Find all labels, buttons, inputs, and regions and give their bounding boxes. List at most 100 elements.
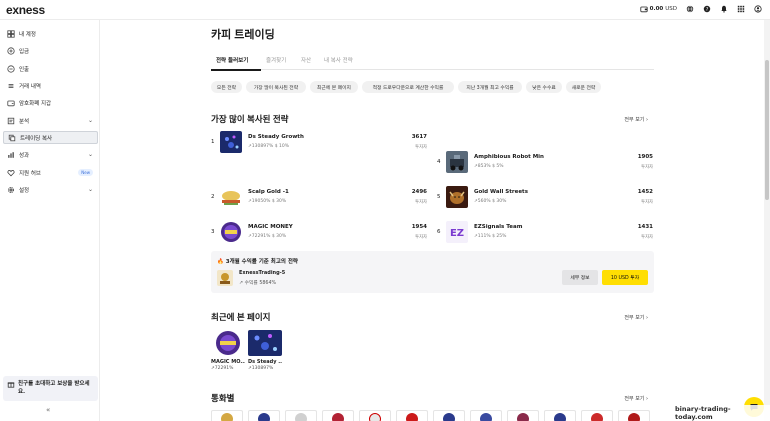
- list-icon: [8, 83, 14, 88]
- chip-all-strategies[interactable]: 모든 전략: [211, 81, 242, 93]
- sidebar-item-support-hub[interactable]: 지원 허브 New: [3, 166, 98, 179]
- best-strategy-return: ↗ 수익률 5864%: [239, 279, 276, 286]
- currency-card[interactable]: [581, 410, 613, 421]
- strategy-thumbnail: [220, 186, 242, 208]
- recent-item[interactable]: MAGIC MO... ↗72291%: [211, 330, 245, 371]
- strategy-rank: 2: [211, 194, 215, 200]
- strategy-row[interactable]: 6 EZ EZSignals Team ↗111% $ 25% 1431 투자자: [437, 221, 653, 245]
- strategy-row[interactable]: 3 MAGIC MONEY ↗72291% $ 30% 1954 투자자: [211, 221, 427, 245]
- sidebar-item-analytics[interactable]: 분석 ⌄: [3, 114, 98, 127]
- gold-flag-icon: [221, 413, 233, 421]
- filter-chips: 모든 전략 가장 많이 복사된 전략 최근에 본 페이지 적정 드로우다운으로 …: [211, 81, 654, 95]
- balance-display[interactable]: 0.00 USD: [640, 5, 677, 13]
- by-currency-see-all[interactable]: 전부 보기 ›: [624, 395, 648, 402]
- tab-favorites[interactable]: 즐겨찾기: [266, 56, 286, 64]
- investors-label: 투자자: [415, 235, 427, 240]
- chip-drawdown-return[interactable]: 적정 드로우다운으로 계산한 수익률: [362, 81, 454, 93]
- sidebar-item-my-account[interactable]: 내 계정: [3, 27, 98, 40]
- flag-icon: [295, 413, 307, 421]
- strategy-rank: 1: [211, 139, 215, 145]
- see-all-label: 전부 보기: [624, 117, 645, 123]
- strategy-row[interactable]: 1 Ds Steady Growth ↗130897% $ 10% 3617 투…: [211, 131, 427, 155]
- recent-item[interactable]: Ds Steady ... ↗130897%: [248, 330, 282, 371]
- strategy-thumbnail: [211, 330, 245, 356]
- best-strategy-name[interactable]: ExnessTrading-5: [239, 270, 285, 276]
- scrollbar[interactable]: [764, 20, 770, 421]
- details-button[interactable]: 세부 정보: [562, 270, 598, 285]
- strategy-thumbnail: [446, 186, 468, 208]
- sidebar-item-withdraw[interactable]: 인출: [3, 62, 98, 75]
- top-right-controls: 0.00 USD ?: [640, 5, 762, 13]
- strategy-fee: 30%: [276, 234, 287, 239]
- fee-icon: $: [271, 199, 275, 204]
- svg-text:EZ: EZ: [450, 228, 464, 239]
- by-currency-title: 통화별: [211, 393, 235, 403]
- apps-grid-icon[interactable]: [737, 5, 745, 13]
- sidebar-item-history[interactable]: 거래 내역: [3, 79, 98, 92]
- most-copied-see-all[interactable]: 전부 보기 ›: [624, 116, 648, 123]
- currency-card[interactable]: [359, 410, 391, 421]
- strategy-name: MAGIC MONEY: [248, 224, 293, 230]
- currency-card[interactable]: [544, 410, 576, 421]
- strategy-return: 130897%: [251, 144, 274, 149]
- invite-friends-banner[interactable]: 친구를 초대하고 보상을 받으세요.: [3, 376, 98, 401]
- sidebar-item-settings[interactable]: 설정 ⌄: [3, 183, 98, 196]
- recent-item-return: ↗72291%: [211, 366, 245, 371]
- currency-card[interactable]: [470, 410, 502, 421]
- globe-icon[interactable]: [686, 5, 694, 13]
- sidebar-item-performance[interactable]: 성과 ⌄: [3, 148, 98, 161]
- strategy-rank: 6: [437, 229, 441, 235]
- strategy-thumbnail: [248, 330, 282, 356]
- currency-card[interactable]: [396, 410, 428, 421]
- trend-up-icon: ↗: [239, 281, 244, 286]
- strategy-meta: ↗72291% $ 30%: [248, 234, 286, 239]
- flag-icon: [628, 413, 640, 421]
- recently-viewed-see-all[interactable]: 전부 보기 ›: [624, 314, 648, 321]
- investors-label: 투자자: [415, 145, 427, 150]
- invite-text: 친구를 초대하고 보상을 받으세요.: [18, 381, 90, 395]
- best-return-text: 수익률 5864%: [244, 281, 277, 286]
- currency-card[interactable]: [211, 410, 243, 421]
- invest-button[interactable]: 10 USD 투자: [602, 270, 648, 285]
- recent-return-text: 130897%: [251, 366, 274, 371]
- help-icon[interactable]: ?: [703, 5, 711, 13]
- currency-card[interactable]: [507, 410, 539, 421]
- tab-assets[interactable]: 자산: [301, 56, 311, 64]
- strategy-thumbnail: [446, 151, 468, 173]
- strategy-investors: 2496: [411, 189, 427, 195]
- currency-card[interactable]: [248, 410, 280, 421]
- chip-low-fee[interactable]: 낮은 수수료: [526, 81, 562, 93]
- currency-card[interactable]: [322, 410, 354, 421]
- investors-label: 투자자: [415, 200, 427, 205]
- sidebar: 내 계정 입금 인출 거래 내역 암호화폐 지갑 분석 ⌄ 트레이딩 복사 성과…: [0, 20, 100, 421]
- sidebar-item-deposit[interactable]: 입금: [3, 44, 98, 57]
- currency-card[interactable]: [618, 410, 650, 421]
- sidebar-item-label: 트레이딩 복사: [20, 135, 53, 142]
- strategy-thumbnail: [220, 131, 242, 153]
- chip-most-copied[interactable]: 가장 많이 복사된 전략: [246, 81, 306, 93]
- tab-my-copy-strategies[interactable]: 내 복사 전략: [324, 56, 353, 64]
- bell-icon[interactable]: [720, 5, 728, 13]
- chip-recently-viewed[interactable]: 최근에 본 페이지: [310, 81, 358, 93]
- strategy-row[interactable]: 2 Scalp Gold -1 ↗19050% $ 30% 2496 투자자: [211, 186, 427, 210]
- investors-label: 투자자: [641, 165, 653, 170]
- tab-browse-strategies[interactable]: 전략 둘러보기: [216, 56, 248, 64]
- currency-card[interactable]: [433, 410, 465, 421]
- user-icon[interactable]: [754, 5, 762, 13]
- investors-label: 투자자: [641, 200, 653, 205]
- strategy-name: EZSignals Team: [474, 224, 523, 230]
- chip-new-strategies[interactable]: 새로운 전략: [566, 81, 601, 93]
- balance-currency: USD: [665, 6, 677, 12]
- currency-card[interactable]: [285, 410, 317, 421]
- sidebar-item-crypto-wallet[interactable]: 암호화폐 지갑: [3, 96, 98, 109]
- scrollbar-thumb[interactable]: [765, 60, 769, 200]
- chip-best-3-month[interactable]: 지난 3개월 최고 수익률: [458, 81, 522, 93]
- strategy-row[interactable]: 4 Amphibious Robot Min ↗853% $ 5% 1905 투…: [437, 151, 653, 175]
- collapse-sidebar-button[interactable]: «: [46, 406, 50, 414]
- flag-icon: [258, 413, 270, 421]
- exness-logo[interactable]: exness: [6, 3, 45, 17]
- strategy-row[interactable]: 5 Gold Wall Streets ↗560% $ 30% 1452 투자자: [437, 186, 653, 210]
- sidebar-item-copy-trading[interactable]: 트레이딩 복사: [3, 131, 98, 144]
- chevron-down-icon: ⌄: [87, 186, 93, 193]
- chevron-down-icon: ⌄: [87, 117, 93, 124]
